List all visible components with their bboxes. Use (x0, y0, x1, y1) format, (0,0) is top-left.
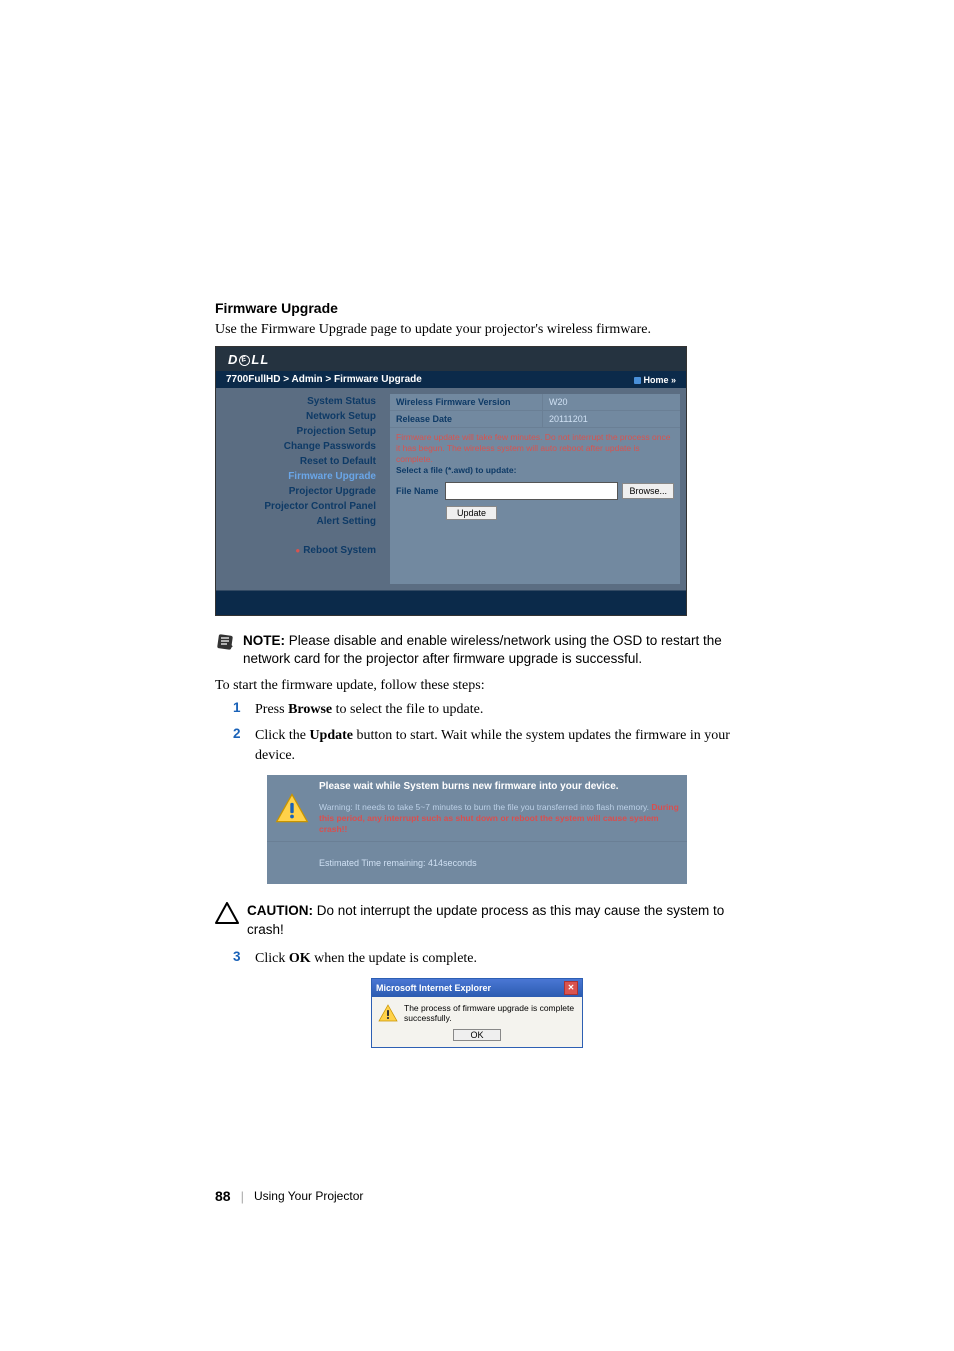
firmware-version-value: W20 (543, 394, 574, 410)
firmware-warning: Firmware update will take few minutes. D… (396, 432, 671, 464)
step-1-text: Press Browse to select the file to updat… (255, 700, 739, 720)
release-date-label: Release Date (390, 411, 543, 427)
intro-text: Use the Firmware Upgrade page to update … (215, 322, 739, 338)
firmware-version-label: Wireless Firmware Version (390, 394, 543, 410)
dialog-message: The process of firmware upgrade is compl… (404, 1003, 576, 1023)
breadcrumb: 7700FullHD > Admin > Firmware Upgrade Ho… (216, 371, 686, 388)
sidebar-item-network-setup[interactable]: Network Setup (222, 409, 382, 424)
burn-title: Please wait while System burns new firmw… (319, 781, 679, 792)
page-number: 88 (215, 1188, 231, 1204)
step-2-number: 2 (233, 726, 245, 741)
select-file-label: Select a file (*.awd) to update: (396, 465, 516, 475)
home-icon (634, 377, 641, 384)
steps-intro: To start the firmware update, follow the… (215, 678, 739, 694)
note-text: NOTE: Please disable and enable wireless… (243, 632, 739, 668)
section-title: Firmware Upgrade (215, 300, 739, 316)
step-3-text: Click OK when the update is complete. (255, 949, 739, 969)
step-2-text: Click the Update button to start. Wait w… (255, 726, 739, 765)
sidebar-item-projection-setup[interactable]: Projection Setup (222, 424, 382, 439)
admin-sidebar: System Status Network Setup Projection S… (222, 394, 390, 584)
admin-footer (216, 590, 686, 615)
admin-main: Wireless Firmware Version W20 Release Da… (390, 394, 680, 584)
burn-time-remaining: Estimated Time remaining: 414seconds (267, 842, 687, 884)
sidebar-item-alert-setting[interactable]: Alert Setting (222, 514, 382, 529)
update-button[interactable]: Update (446, 506, 497, 520)
admin-logo-bar: DELL (216, 347, 686, 371)
dialog-warning-icon (378, 1003, 398, 1023)
footer-text: Using Your Projector (254, 1189, 363, 1203)
file-name-label: File Name (396, 486, 441, 496)
caution-text: CAUTION: Do not interrupt the update pro… (247, 902, 739, 938)
caution-icon (215, 902, 239, 924)
ok-button[interactable]: OK (453, 1029, 500, 1041)
footer-divider: | (241, 1189, 244, 1204)
sidebar-item-reboot[interactable]: Reboot System (222, 543, 382, 558)
sidebar-item-reset-default[interactable]: Reset to Default (222, 454, 382, 469)
close-icon[interactable]: ✕ (564, 981, 578, 995)
release-date-value: 20111201 (543, 411, 594, 427)
file-name-input[interactable] (445, 482, 618, 500)
page-footer: 88 | Using Your Projector (215, 1188, 739, 1204)
sidebar-item-firmware-upgrade[interactable]: Firmware Upgrade (222, 469, 382, 484)
home-link[interactable]: Home » (634, 375, 676, 385)
burn-warning-text: Warning: It needs to take 5~7 minutes to… (319, 802, 679, 835)
ok-dialog: Microsoft Internet Explorer ✕ The proces… (371, 978, 583, 1048)
browse-button[interactable]: Browse... (622, 483, 674, 499)
dialog-title: Microsoft Internet Explorer (376, 983, 491, 993)
note-icon (215, 632, 235, 652)
sidebar-item-projector-upgrade[interactable]: Projector Upgrade (222, 484, 382, 499)
step-3-number: 3 (233, 949, 245, 964)
step-1-number: 1 (233, 700, 245, 715)
breadcrumb-text: 7700FullHD > Admin > Firmware Upgrade (226, 374, 422, 385)
admin-screenshot: DELL 7700FullHD > Admin > Firmware Upgra… (215, 346, 687, 616)
warning-triangle-icon (275, 791, 309, 825)
burn-warning-screenshot: Please wait while System burns new firmw… (267, 775, 687, 884)
sidebar-item-change-passwords[interactable]: Change Passwords (222, 439, 382, 454)
sidebar-item-system-status[interactable]: System Status (222, 394, 382, 409)
sidebar-item-projector-control[interactable]: Projector Control Panel (222, 499, 382, 514)
dell-logo: DELL (228, 352, 269, 367)
